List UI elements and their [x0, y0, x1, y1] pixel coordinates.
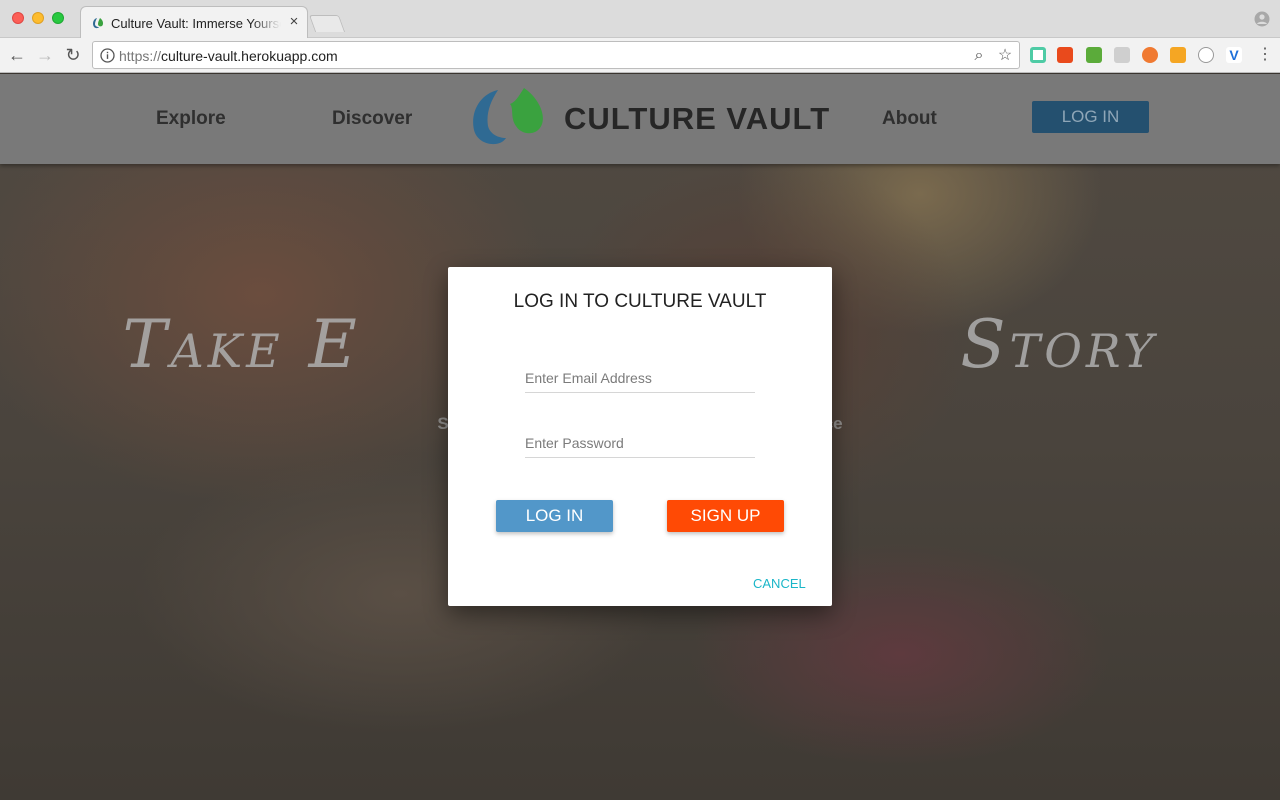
signup-button[interactable]: SIGN UP	[667, 500, 784, 532]
ring-extension-icon[interactable]	[1198, 47, 1214, 63]
back-arrow-icon[interactable]: ←	[8, 46, 26, 64]
url-scheme: https://	[119, 48, 162, 64]
yellow-extension-icon[interactable]	[1170, 47, 1186, 63]
print-extension-icon[interactable]	[1086, 47, 1102, 63]
zoom-icon[interactable]: ⌕	[970, 47, 988, 65]
brand-wordmark[interactable]: CULTURE VAULT	[564, 101, 830, 137]
address-bar[interactable]: https://culture-vault.herokuapp.com ⌕ ☆	[92, 41, 1020, 69]
grid-extension-icon[interactable]	[1114, 47, 1130, 63]
profile-icon[interactable]	[1254, 11, 1270, 27]
culture-vault-logo-icon[interactable]	[470, 82, 548, 148]
email-field[interactable]	[525, 363, 755, 393]
culture-vault-favicon-icon	[93, 18, 104, 29]
maximize-window-button[interactable]	[52, 12, 64, 24]
browser-toolbar: ← → ↻ https://culture-vault.herokuapp.co…	[0, 38, 1280, 73]
cancel-button[interactable]: CANCEL	[753, 576, 806, 591]
forward-arrow-icon[interactable]: →	[36, 46, 54, 64]
nav-discover-link[interactable]: Discover	[332, 108, 412, 130]
extension-circle-icon[interactable]	[1030, 47, 1046, 63]
header-login-button[interactable]: LOG IN	[1032, 101, 1149, 133]
login-button[interactable]: LOG IN	[496, 500, 613, 532]
browser-menu-icon[interactable]: ⋮	[1256, 46, 1274, 64]
close-window-button[interactable]	[12, 12, 24, 24]
office-extension-icon[interactable]	[1057, 47, 1073, 63]
browser-tab[interactable]: Culture Vault: Immerse Yourself ×	[80, 6, 308, 38]
site-header: Explore Discover CULTURE VAULT About LOG…	[0, 74, 1280, 164]
tab-title-fade	[251, 13, 281, 33]
browser-titlebar: Culture Vault: Immerse Yourself ×	[0, 0, 1280, 38]
login-modal: LOG IN TO CULTURE VAULT LOG IN SIGN UP C…	[448, 267, 832, 606]
nav-about-link[interactable]: About	[882, 108, 937, 130]
reload-icon[interactable]: ↻	[64, 46, 82, 64]
modal-title: LOG IN TO CULTURE VAULT	[513, 291, 767, 312]
close-tab-icon[interactable]: ×	[286, 13, 302, 31]
site-info-icon[interactable]	[100, 48, 115, 63]
url-text: https://culture-vault.herokuapp.com	[119, 48, 338, 64]
new-tab-button[interactable]	[308, 15, 346, 32]
url-host: culture-vault.herokuapp.com	[161, 48, 338, 64]
password-field[interactable]	[525, 428, 755, 458]
v-extension-icon[interactable]: V	[1226, 47, 1242, 63]
orange-extension-icon[interactable]	[1142, 47, 1158, 63]
bookmark-star-icon[interactable]: ☆	[996, 47, 1014, 65]
minimize-window-button[interactable]	[32, 12, 44, 24]
nav-explore-link[interactable]: Explore	[156, 108, 226, 130]
